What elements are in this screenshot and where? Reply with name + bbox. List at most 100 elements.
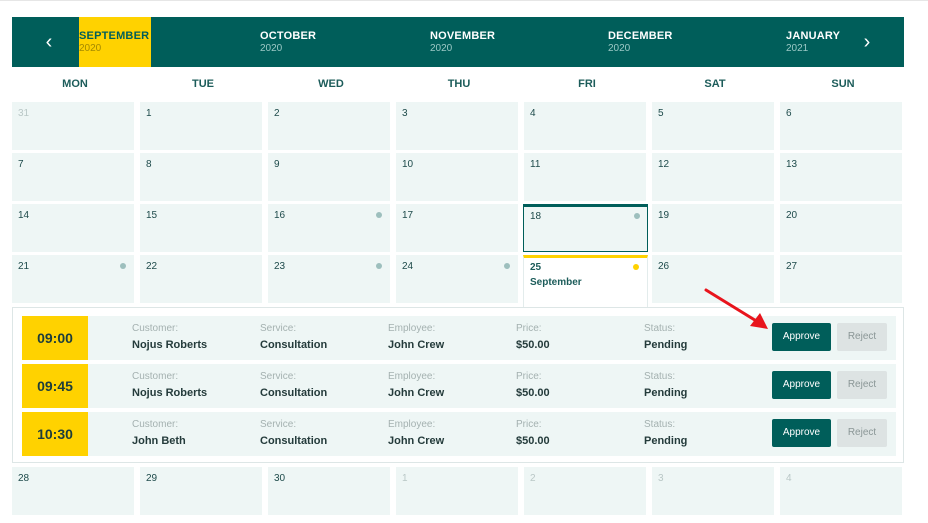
day-cell[interactable]: 1 [396,467,518,515]
appointment-indicator-dot [120,263,126,269]
day-number: 2 [274,108,280,119]
field-label: Status: [644,323,676,334]
appointment-indicator-dot [634,213,640,219]
day-number: 25 [530,262,542,273]
customer-field: Customer: John Beth [132,419,186,447]
day-number: 4 [530,108,536,119]
day-cell[interactable]: 23 [268,255,390,303]
day-cell-today[interactable]: 18 [523,204,648,252]
appointment-indicator-dot [504,263,510,269]
service-field: Service: Consultation [260,371,327,399]
month-december[interactable]: DECEMBER 2020 [608,17,673,67]
approve-button[interactable]: Approve [772,419,831,447]
day-number: 26 [658,261,670,272]
day-cell[interactable]: 19 [652,204,774,252]
customer-name: John Beth [132,435,186,447]
customer-name: Nojus Roberts [132,339,208,351]
day-cell[interactable]: 5 [652,102,774,150]
reject-button[interactable]: Reject [837,323,887,351]
month-name: OCTOBER [260,30,317,42]
chevron-right-icon[interactable]: › [852,17,882,67]
month-november[interactable]: NOVEMBER 2020 [430,17,495,67]
customer-name: Nojus Roberts [132,387,208,399]
field-label: Price: [516,323,542,334]
price-field: Price: $50.00 [516,371,550,399]
appointment-row: 10:30 Customer: John Beth Service: Consu… [22,412,896,456]
day-cell[interactable]: 24 [396,255,518,303]
field-label: Status: [644,419,676,430]
day-number: 1 [402,473,408,484]
day-number: 2 [530,473,536,484]
day-number: 29 [146,473,158,484]
day-cell[interactable]: 4 [524,102,646,150]
day-cell[interactable]: 30 [268,467,390,515]
day-cell[interactable]: 21 [12,255,134,303]
day-cell[interactable]: 2 [524,467,646,515]
day-cell[interactable]: 10 [396,153,518,201]
employee-name: John Crew [388,387,445,399]
status-value: Pending [644,435,688,447]
day-cell[interactable]: 7 [12,153,134,201]
day-cell[interactable]: 13 [780,153,902,201]
approve-button[interactable]: Approve [772,323,831,351]
reject-button[interactable]: Reject [837,371,887,399]
day-cell[interactable]: 27 [780,255,902,303]
day-number: 19 [658,210,670,221]
service-name: Consultation [260,339,328,351]
status-value: Pending [644,339,688,351]
day-cell[interactable]: 11 [524,153,646,201]
day-cell[interactable]: 14 [12,204,134,252]
day-number: 18 [530,211,542,222]
weekday-fri: FRI [578,78,596,90]
weekday-wed: WED [318,78,344,90]
day-cell[interactable]: 29 [140,467,262,515]
reject-button[interactable]: Reject [837,419,887,447]
month-name: SEPTEMBER [79,30,150,42]
day-number: 28 [18,473,30,484]
day-cell[interactable]: 3 [652,467,774,515]
day-cell[interactable]: 8 [140,153,262,201]
day-number: 24 [402,261,414,272]
month-year: 2020 [260,43,283,54]
month-name: DECEMBER [608,30,673,42]
day-cell[interactable]: 9 [268,153,390,201]
service-field: Service: Consultation [260,419,327,447]
day-cell[interactable]: 17 [396,204,518,252]
day-number: 13 [786,159,798,170]
appointment-time: 10:30 [22,412,88,456]
day-number: 21 [18,261,30,272]
day-number: 5 [658,108,664,119]
day-cell[interactable]: 12 [652,153,774,201]
employee-name: John Crew [388,339,445,351]
day-cell-expanded[interactable]: 25 September [523,255,648,307]
day-cell[interactable]: 22 [140,255,262,303]
day-cell[interactable]: 2 [268,102,390,150]
day-cell[interactable]: 28 [12,467,134,515]
day-cell[interactable]: 15 [140,204,262,252]
day-cell[interactable]: 4 [780,467,902,515]
field-label: Service: [260,419,297,430]
day-number: 3 [658,473,664,484]
day-number: 10 [402,159,414,170]
month-name: NOVEMBER [430,30,496,42]
price-value: $50.00 [516,339,550,351]
approve-button[interactable]: Approve [772,371,831,399]
day-cell[interactable]: 3 [396,102,518,150]
day-cell[interactable]: 31 [12,102,134,150]
month-october[interactable]: OCTOBER 2020 [260,17,316,67]
month-january[interactable]: JANUARY 2021 [786,17,840,67]
day-cell[interactable]: 20 [780,204,902,252]
weekday-mon: MON [62,78,88,90]
day-number: 8 [146,159,152,170]
day-cell[interactable]: 16 [268,204,390,252]
service-name: Consultation [260,387,328,399]
employee-name: John Crew [388,435,445,447]
month-september[interactable]: SEPTEMBER 2020 [79,17,151,67]
appointment-time: 09:00 [22,316,88,360]
price-field: Price: $50.00 [516,323,550,351]
day-cell[interactable]: 1 [140,102,262,150]
chevron-left-icon[interactable]: ‹ [34,17,64,67]
day-cell[interactable]: 6 [780,102,902,150]
status-value: Pending [644,387,688,399]
field-label: Employee: [388,371,436,382]
